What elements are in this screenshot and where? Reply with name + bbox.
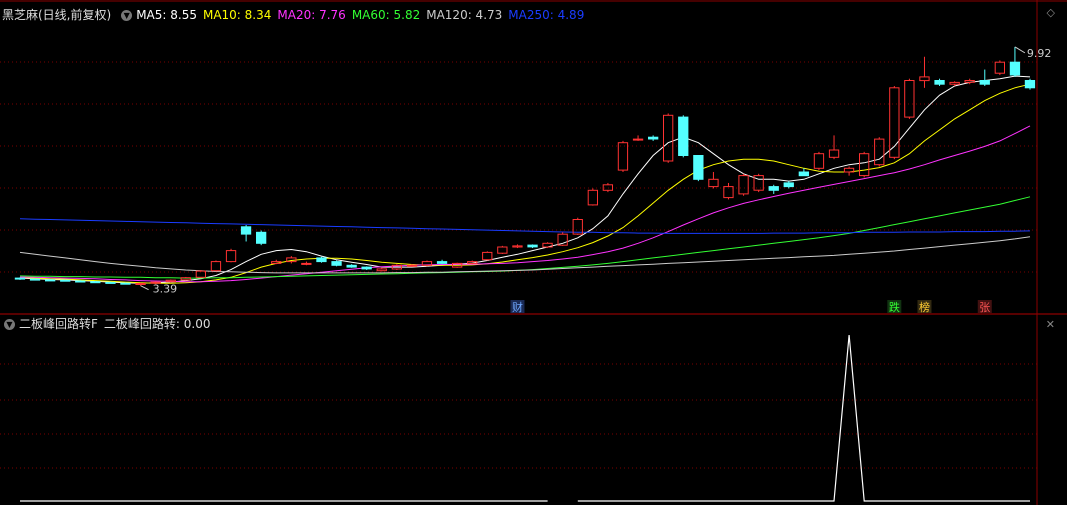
event-tag-2: 榜 [919, 300, 930, 314]
candle-body [14, 277, 26, 280]
candle-body [210, 261, 222, 272]
candle-body [994, 61, 1006, 74]
candle-body [256, 231, 267, 244]
indicator-line-1 [577, 334, 1030, 502]
candle-body [180, 277, 191, 281]
candle-body [225, 250, 237, 263]
ma-line-ma120 [19, 236, 1031, 274]
candle-body [316, 257, 327, 263]
candle-body [1024, 80, 1036, 89]
candle-body [120, 282, 131, 285]
candle-body [964, 80, 975, 83]
candle-body [135, 283, 146, 285]
candle-body [346, 264, 357, 268]
candle-body [904, 80, 915, 118]
event-tag-1: 跌 [889, 300, 900, 314]
low-marker-line [140, 285, 149, 291]
candle-body [813, 153, 825, 169]
high-price-label: 9.92 [1027, 47, 1052, 60]
candle-body [828, 149, 840, 158]
candle-body [919, 76, 930, 82]
candle-body [693, 155, 704, 180]
candle-body [738, 175, 749, 195]
ma60-label: MA60: 5.82 [351, 8, 421, 22]
close-icon[interactable]: ✕ [1046, 318, 1055, 331]
event-tag-3: 张 [979, 301, 990, 314]
candle-body [934, 80, 945, 85]
candle-body [632, 138, 644, 141]
chevron-down-icon[interactable]: ▼ [121, 9, 133, 21]
candle-body [406, 264, 418, 267]
indicator-name[interactable]: 二板峰回路转F [19, 316, 98, 332]
stock-title[interactable]: 黑芝麻(日线,前复权) [2, 7, 111, 23]
candle-body [301, 262, 312, 265]
candle-body [240, 226, 252, 235]
candle-body [29, 278, 41, 281]
candle-body [1009, 61, 1021, 76]
candle-body [45, 279, 56, 282]
candle-body [436, 261, 448, 264]
candle-body [512, 245, 523, 248]
ma20-label: MA20: 7.76 [277, 8, 346, 22]
indicator-value: 二板峰回路转: 0.00 [103, 317, 211, 331]
candle-body [798, 171, 810, 177]
kline-chart[interactable]: 9.92 3.39 财 跌 榜 张 [0, 0, 1067, 505]
candle-body [678, 116, 689, 156]
candle-body [482, 251, 493, 261]
candle-body [587, 189, 599, 206]
candle-body [949, 81, 960, 85]
candle-body [648, 136, 659, 140]
candle-body [663, 114, 674, 162]
candle-body [979, 80, 990, 85]
candle-body [859, 153, 870, 177]
lower-header: ▼ 二板峰回路转F 二板峰回路转: 0.00 [0, 316, 216, 332]
chevron-down-icon[interactable]: ▼ [4, 318, 15, 330]
candle-body [331, 261, 342, 266]
ma-line-ma60 [19, 196, 1031, 279]
candle-body [708, 178, 719, 188]
ma-line-ma250 [19, 218, 1031, 234]
candle-body [783, 182, 794, 188]
high-marker-line [1014, 46, 1026, 54]
candle-body [90, 281, 101, 284]
low-price-label: 3.39 [153, 283, 178, 296]
ma120-label: MA120: 4.73 [426, 8, 503, 22]
candle-body [361, 266, 372, 270]
diamond-icon[interactable]: ◇ [1047, 6, 1055, 19]
ma5-label: MA5: 8.55 [136, 8, 197, 22]
ma10-label: MA10: 8.34 [202, 8, 272, 22]
upper-header: 黑芝麻(日线,前复权) ▼ MA5: 8.55 MA10: 8.34 MA20:… [0, 7, 590, 23]
candle-body [60, 279, 71, 282]
event-tag-0: 财 [512, 300, 523, 314]
candle-body [105, 281, 116, 284]
candle-body [75, 280, 86, 283]
candle-body [874, 138, 885, 166]
candle-body [497, 246, 508, 254]
ma-line-ma10 [19, 83, 1031, 284]
candle-body [376, 268, 387, 272]
candle-body [527, 244, 538, 248]
ma250-label: MA250: 4.89 [508, 8, 585, 22]
candle-body [617, 142, 629, 171]
candle-body [768, 186, 779, 191]
